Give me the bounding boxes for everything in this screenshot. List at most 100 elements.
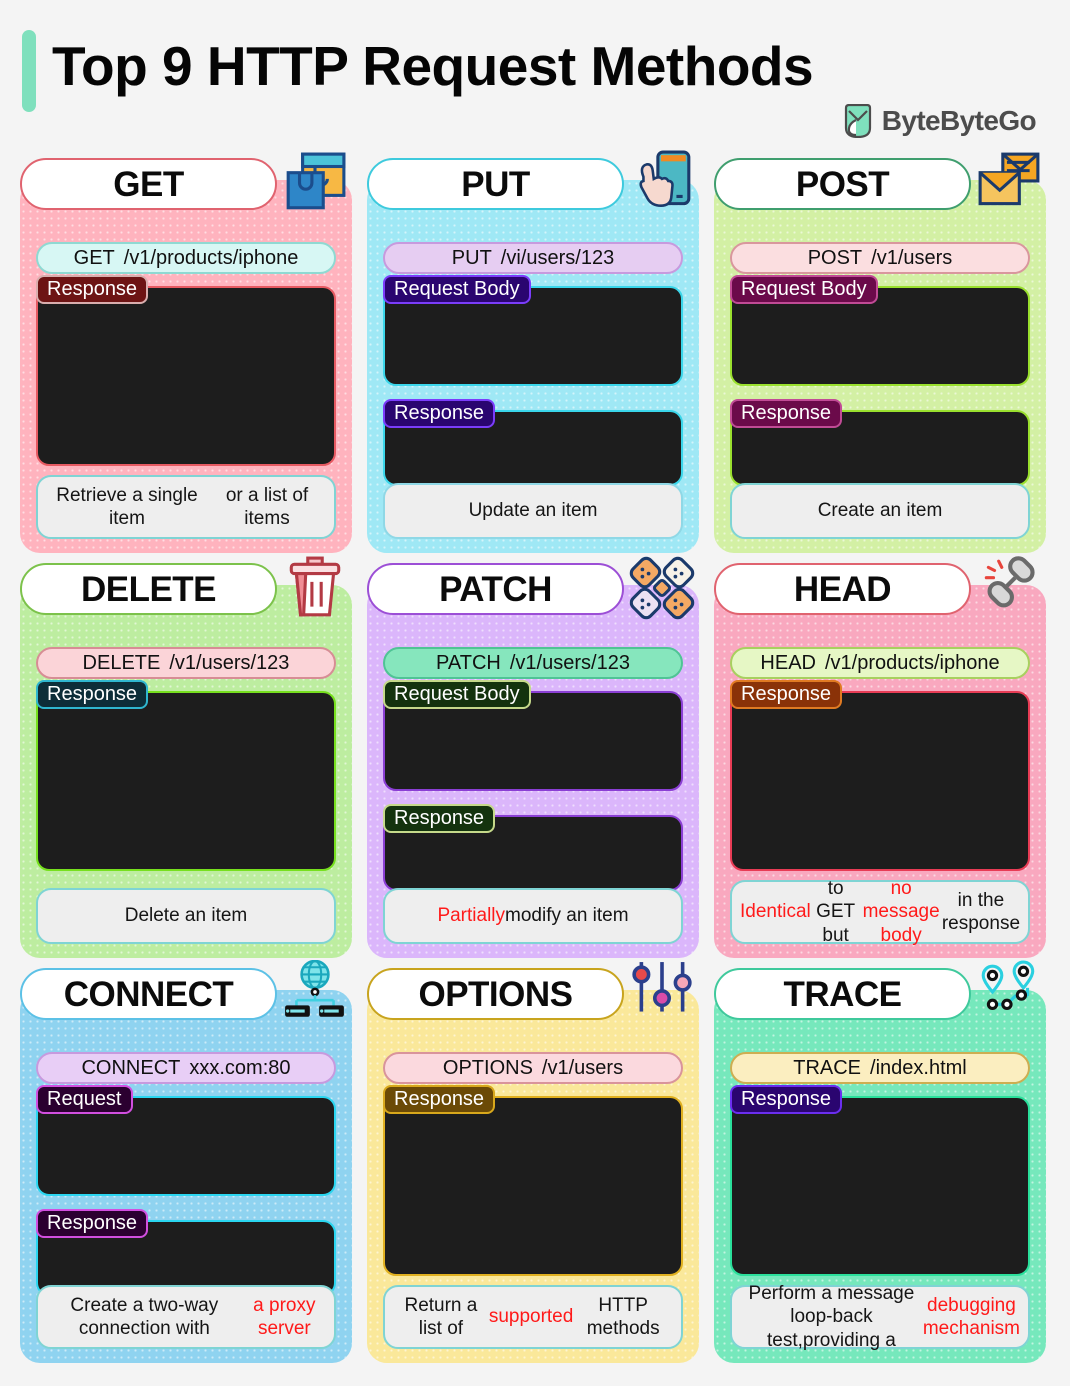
card-description-patch: Partially modify an item <box>383 888 683 944</box>
description-text: HTTP methods <box>586 1294 660 1339</box>
card-title-label: PATCH <box>439 569 552 609</box>
console-block-head-0: Response <box>730 680 1030 871</box>
description-text: Retrieve a single item <box>56 484 198 529</box>
block-label-badge: Response <box>383 804 496 833</box>
method-card-trace: Response TRACE/index.html Perform a messag… <box>714 960 1046 1363</box>
card-title-pill-put: PUT <box>367 158 624 210</box>
route-pins-icon <box>976 960 1042 1026</box>
page-header: Top 9 HTTP Request Methods ByteByteGo <box>0 0 1070 150</box>
block-label-badge: Response <box>383 1085 496 1114</box>
block-label-badge: Response <box>36 275 149 304</box>
console-block-delete-0: Response <box>36 680 336 871</box>
card-title-label: CONNECT <box>63 974 234 1014</box>
card-description-connect: Create a two-way connection with a proxy… <box>36 1285 336 1349</box>
url-path: /v1/products/iphone <box>825 651 1000 674</box>
description-text: Update an item <box>468 500 598 522</box>
card-description-trace: Perform a message loop-back test,providi… <box>730 1283 1030 1351</box>
trash-can-icon <box>282 555 348 621</box>
block-label-badge: Response <box>730 680 843 709</box>
card-title-pill-options: OPTIONS <box>367 968 624 1020</box>
url-path: /v1/users/123 <box>169 651 290 674</box>
chain-link-icon <box>976 555 1042 621</box>
console-block-connect-0: Request <box>36 1085 336 1196</box>
description-text: Create a two-way connection with <box>70 1294 219 1339</box>
method-card-put: Request Body Response PUT/vi/users/123 Upda… <box>367 150 699 553</box>
block-label-badge: Request Body <box>383 680 531 709</box>
request-url-pill-put: PUT/vi/users/123 <box>383 242 683 274</box>
card-title-label: PUT <box>461 164 530 204</box>
block-label-badge: Request <box>36 1085 133 1114</box>
card-title-pill-delete: DELETE <box>20 563 277 615</box>
card-title-label: TRACE <box>783 974 902 1014</box>
card-body-put: Request Body Response PUT/vi/users/123 Upda… <box>367 180 699 553</box>
card-body-patch: Request Body Response PATCH/v1/users/123 Pa… <box>367 585 699 958</box>
description-highlight: Identical <box>740 901 811 923</box>
card-description-delete: Delete an item <box>36 888 336 944</box>
url-path: /v1/users <box>541 1056 624 1079</box>
card-description-get: Retrieve a single item or a list of items <box>36 475 336 539</box>
description-highlight: Partially <box>437 905 506 927</box>
description-highlight: supported <box>488 1306 574 1328</box>
card-title-label: OPTIONS <box>418 974 573 1014</box>
description-highlight: a proxy server <box>253 1294 316 1339</box>
card-body-head: Response HEAD/v1/products/iphone Identical… <box>714 585 1046 958</box>
url-method: TRACE <box>793 1056 862 1079</box>
card-title-pill-get: GET <box>20 158 277 210</box>
method-card-patch: Request Body Response PATCH/v1/users/123 Pa… <box>367 556 699 958</box>
card-title-pill-post: POST <box>714 158 971 210</box>
block-label-badge: Response <box>36 1209 149 1238</box>
method-card-head: Response HEAD/v1/products/iphone Identical… <box>714 556 1046 958</box>
infographic-page: Top 9 HTTP Request Methods ByteByteGo Re… <box>0 0 1070 1386</box>
card-body-post: Request Body Response POST/v1/users Create … <box>714 180 1046 553</box>
card-description-options: Return a list of supported HTTP methods <box>383 1285 683 1349</box>
block-label-badge: Request Body <box>730 275 878 304</box>
card-description-post: Create an item <box>730 483 1030 539</box>
url-path: /v1/products/iphone <box>123 246 299 269</box>
brand-logo: ByteByteGo <box>843 103 1037 139</box>
card-description-head: Identical to GET but no message body in … <box>730 878 1030 946</box>
request-url-pill-get: GET/v1/products/iphone <box>36 242 336 274</box>
request-url-pill-delete: DELETE/v1/users/123 <box>36 647 336 679</box>
description-text: to GET but <box>816 878 856 946</box>
card-body-options: Response OPTIONS/v1/users Return a list of… <box>367 990 699 1363</box>
url-method: PUT <box>451 246 492 269</box>
description-text: or a list of items <box>225 484 309 529</box>
card-title-label: GET <box>113 164 184 204</box>
console-block-post-0: Request Body <box>730 275 1030 386</box>
bytebytego-logo-icon <box>843 103 873 139</box>
card-title-label: DELETE <box>80 569 217 609</box>
url-path: xxx.com:80 <box>189 1056 291 1079</box>
url-path: /index.html <box>870 1056 967 1079</box>
url-path: /v1/users <box>871 246 953 269</box>
console-block-get-0: Response <box>36 275 336 466</box>
method-card-delete: Response DELETE/v1/users/123 Delete an ite… <box>20 556 352 958</box>
block-label-badge: Response <box>730 1085 843 1114</box>
card-title-pill-trace: TRACE <box>714 968 971 1020</box>
console-block-patch-1: Response <box>383 804 683 891</box>
url-method: OPTIONS <box>442 1056 533 1079</box>
url-path: /v1/users/123 <box>509 651 630 674</box>
block-label-badge: Response <box>383 399 496 428</box>
method-card-post: Request Body Response POST/v1/users Create … <box>714 152 1046 553</box>
description-text: in the response <box>941 889 1021 934</box>
request-url-pill-head: HEAD/v1/products/iphone <box>730 647 1030 679</box>
globe-network-icon <box>282 960 348 1026</box>
page-title: Top 9 HTTP Request Methods <box>52 35 814 97</box>
brand-name: ByteByteGo <box>881 105 1037 136</box>
card-description-put: Update an item <box>383 483 683 539</box>
envelope-mail-icon <box>976 150 1042 216</box>
method-card-connect: Request Response CONNECT xxx.com:80 Create a… <box>20 960 352 1363</box>
console-block-trace-0: Response <box>730 1085 1030 1276</box>
url-method: PATCH <box>436 651 501 674</box>
console-block-options-0: Response <box>383 1085 683 1276</box>
description-text: modify an item <box>505 905 629 927</box>
url-path: /vi/users/123 <box>500 246 615 269</box>
request-url-pill-options: OPTIONS/v1/users <box>383 1052 683 1084</box>
console-block-post-1: Response <box>730 399 1030 486</box>
block-label-badge: Response <box>730 399 843 428</box>
shopping-bag-icon <box>282 150 348 216</box>
url-method: HEAD <box>760 651 816 674</box>
console-block-patch-0: Request Body <box>383 680 683 791</box>
description-text: Delete an item <box>124 905 248 927</box>
method-card-options: Response OPTIONS/v1/users Return a list of… <box>367 962 699 1363</box>
